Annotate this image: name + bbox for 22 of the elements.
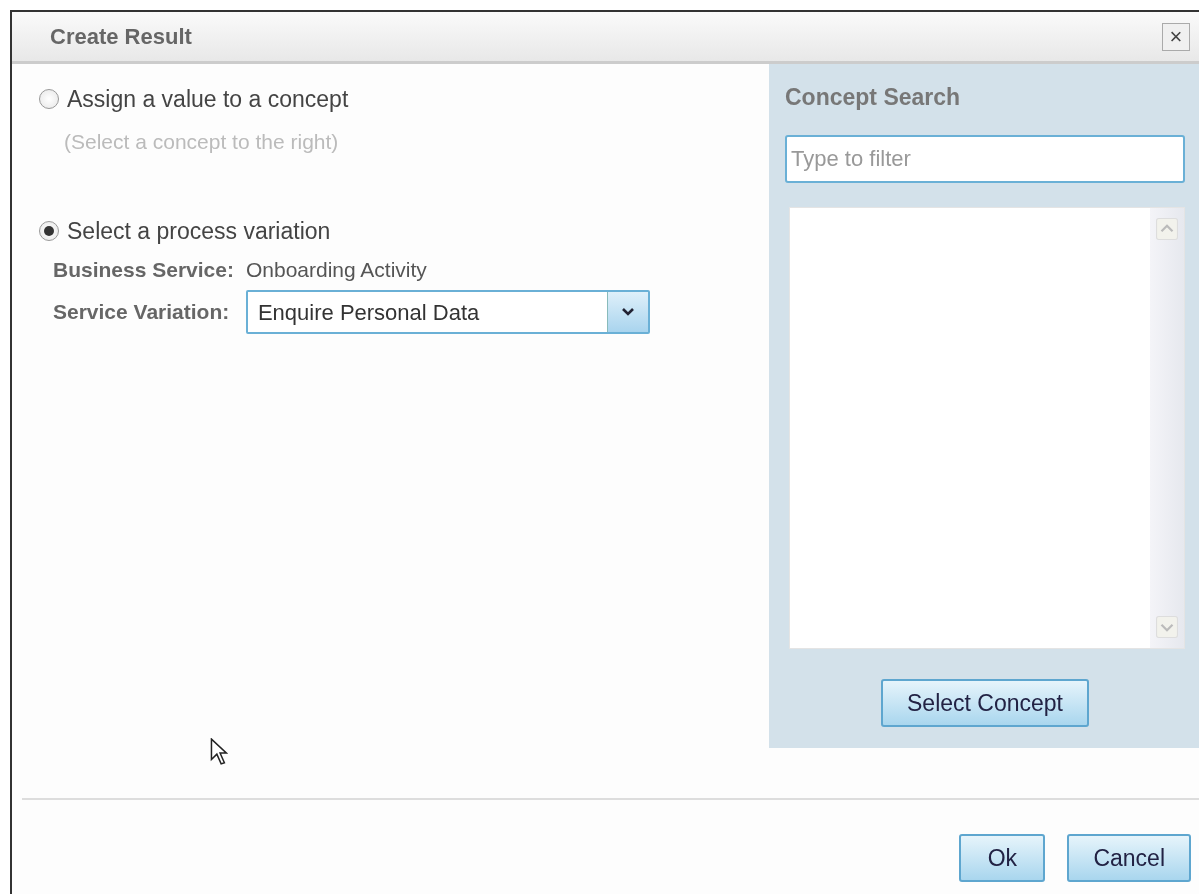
scroll-down-icon[interactable] — [1156, 616, 1178, 638]
field-value: Onboarding Activity — [245, 258, 428, 282]
close-button[interactable]: × — [1162, 22, 1190, 51]
option-label[interactable]: Assign a value to a concept — [67, 85, 349, 113]
option-label[interactable]: Select a process variation — [67, 217, 331, 245]
field-label: Service Variation: — [53, 300, 231, 324]
field-label: Business Service: — [53, 258, 234, 282]
scrollbar[interactable] — [1150, 208, 1184, 648]
dropdown-value: Enquire Personal Data — [256, 299, 481, 327]
scroll-up-icon[interactable] — [1156, 218, 1178, 240]
radio-button[interactable] — [39, 221, 59, 241]
dialog-button[interactable]: Ok — [959, 834, 1046, 882]
dialog-title: Create Result — [50, 23, 192, 50]
dialog-button[interactable]: Cancel — [1067, 834, 1191, 882]
filter-field[interactable]: Type to filter — [785, 135, 1185, 183]
panel-title: Concept Search — [785, 84, 962, 111]
hint-text: (Select a concept to the right) — [63, 129, 340, 154]
radio-button[interactable] — [39, 89, 59, 109]
pointer-icon — [210, 738, 228, 766]
select-concept-button[interactable]: Select Concept — [881, 679, 1089, 727]
variation-dropdown[interactable]: Enquire Personal Data — [245, 290, 650, 334]
concept-list[interactable] — [789, 207, 1185, 649]
